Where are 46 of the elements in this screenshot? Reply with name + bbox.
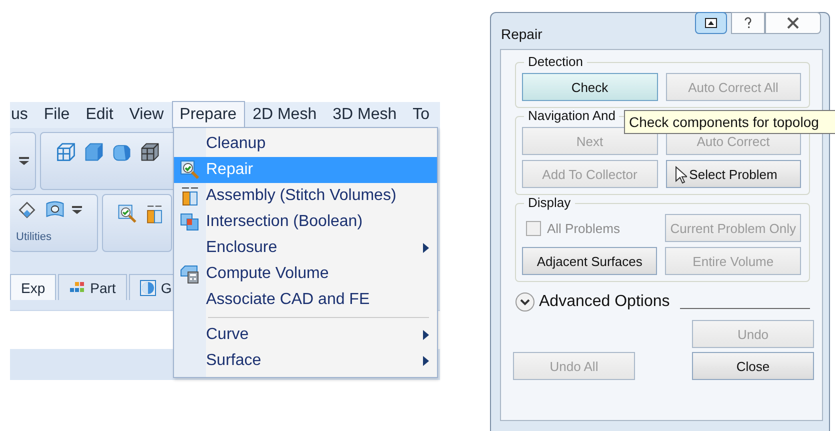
menu-bar-item[interactable]: us bbox=[10, 101, 36, 129]
stitch-icon[interactable] bbox=[144, 203, 165, 225]
menu-bar-item[interactable]: 3D Mesh bbox=[324, 101, 405, 129]
toolbar-group-label: Utilities bbox=[16, 231, 52, 243]
sphere-icon bbox=[140, 280, 156, 296]
overlapping-cubes-icon bbox=[180, 212, 200, 232]
help-button[interactable] bbox=[731, 12, 765, 34]
expand-chevron-icon[interactable] bbox=[515, 292, 535, 312]
panel-tab[interactable]: Exp bbox=[10, 274, 56, 300]
close-button[interactable] bbox=[765, 12, 821, 34]
section-label: Advanced Options bbox=[539, 293, 670, 311]
overflow-icon[interactable] bbox=[72, 206, 82, 214]
group-title: Navigation And bbox=[524, 108, 620, 123]
menu-bar-item[interactable]: To bbox=[404, 101, 438, 129]
menu-item[interactable]: Cleanup bbox=[174, 131, 437, 157]
menu-item[interactable]: Assembly (Stitch Volumes) bbox=[174, 183, 437, 209]
collapse-icon bbox=[705, 17, 717, 29]
action-button[interactable]: Close bbox=[692, 352, 814, 380]
check-magnifier-icon bbox=[180, 160, 200, 180]
stitch-icon bbox=[180, 186, 200, 206]
menu-bar-item[interactable]: File bbox=[36, 101, 78, 129]
menu-item[interactable]: Surface bbox=[174, 348, 437, 374]
help-icon bbox=[742, 17, 754, 29]
tooltip: Check components for topolog bbox=[624, 110, 835, 134]
checkbox-label: All Problems bbox=[547, 220, 620, 236]
group-title: Display bbox=[524, 195, 575, 210]
menu-bar-item[interactable]: Prepare bbox=[172, 101, 245, 129]
group-title: Detection bbox=[524, 54, 587, 69]
action-button[interactable]: Select Problem bbox=[666, 160, 801, 188]
action-button[interactable]: Check bbox=[522, 73, 658, 101]
close-icon bbox=[787, 17, 799, 29]
panel-tab[interactable]: Part bbox=[58, 274, 127, 300]
menu-bar-item[interactable]: Edit bbox=[78, 101, 122, 129]
menu-item[interactable]: Curve bbox=[174, 322, 437, 348]
grid-cube-icon[interactable] bbox=[139, 141, 161, 163]
cube-calculator-icon bbox=[180, 264, 200, 284]
menu-bar-item[interactable]: View bbox=[121, 101, 172, 129]
menu-bar-item[interactable]: 2D Mesh bbox=[244, 101, 325, 129]
menu-item[interactable]: Enclosure bbox=[174, 235, 437, 261]
collapse-button[interactable] bbox=[695, 12, 727, 34]
action-button[interactable]: Adjacent Surfaces bbox=[522, 247, 658, 275]
overflow-icon[interactable] bbox=[19, 157, 29, 165]
check-magnifier-icon[interactable] bbox=[117, 203, 138, 225]
window-title: Repair bbox=[501, 26, 542, 42]
menu-item[interactable]: Intersection (Boolean) bbox=[174, 209, 437, 235]
cube-icon[interactable] bbox=[83, 141, 105, 163]
